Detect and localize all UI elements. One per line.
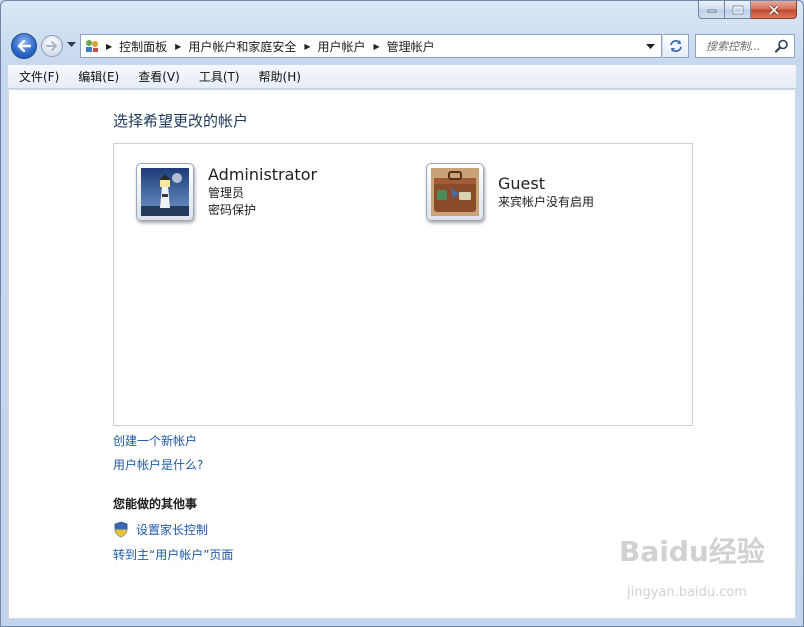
window: ▶ 控制面板 ▶ 用户帐户和家庭安全 ▶ 用户帐户 ▶ 管理帐户 搜索控制...…: [0, 0, 804, 627]
refresh-button[interactable]: [663, 34, 689, 58]
parental-control-row[interactable]: 设置家长控制: [113, 521, 208, 538]
watermark: Baidu经验 jingyan.baidu.com: [619, 530, 789, 610]
breadcrumb-root-arrow-icon[interactable]: ▶: [106, 42, 112, 51]
account-type: 管理员: [208, 186, 245, 200]
search-icon[interactable]: [775, 39, 789, 53]
uac-shield-icon: [114, 521, 128, 538]
minimize-button[interactable]: [698, 1, 725, 19]
goto-user-accounts-link[interactable]: 转到主“用户帐户”页面: [113, 546, 233, 563]
arrow-left-icon: [17, 40, 31, 52]
maximize-button[interactable]: [725, 1, 751, 19]
breadcrumb-separator-icon[interactable]: ▶: [304, 42, 310, 51]
account-administrator[interactable]: Administrator 管理员 密码保护: [136, 163, 317, 221]
menu-edit[interactable]: 编辑(E): [67, 68, 127, 85]
breadcrumb-item-manage-accounts[interactable]: 管理帐户: [387, 38, 435, 55]
refresh-icon: [669, 40, 682, 52]
account-avatar[interactable]: [136, 163, 194, 221]
account-name: Guest: [498, 173, 545, 193]
account-info: Administrator 管理员 密码保护: [208, 165, 317, 219]
account-list: Administrator 管理员 密码保护 Guest 来宾帐户没有启用: [113, 143, 693, 426]
menu-tools[interactable]: 工具(T): [188, 68, 248, 85]
breadcrumb-item-user-family[interactable]: 用户帐户和家庭安全: [188, 38, 296, 55]
breadcrumb-separator-icon[interactable]: ▶: [374, 42, 380, 51]
section-title-other-tasks: 您能做的其他事: [113, 497, 198, 511]
close-button[interactable]: [751, 1, 797, 19]
account-password-status: 密码保护: [208, 203, 257, 217]
arrow-right-icon: [46, 41, 57, 51]
page-title: 选择希望更改的帐户: [113, 112, 249, 130]
account-status: 来宾帐户没有启用: [498, 194, 595, 209]
create-account-link[interactable]: 创建一个新帐户: [113, 432, 197, 449]
close-icon: [768, 4, 779, 15]
back-button[interactable]: [11, 33, 37, 59]
address-dropdown-icon[interactable]: [646, 44, 655, 50]
breadcrumb: 控制面板 ▶ 用户帐户和家庭安全 ▶ 用户帐户 ▶ 管理帐户: [119, 38, 435, 55]
control-panel-icon: [86, 40, 98, 52]
account-name: Administrator: [208, 165, 318, 184]
suitcase-icon: [431, 168, 479, 216]
menu-bar: 文件(F) 编辑(E) 查看(V) 工具(T) 帮助(H): [8, 65, 796, 89]
breadcrumb-separator-icon[interactable]: ▶: [175, 42, 181, 51]
forward-button[interactable]: [41, 35, 63, 57]
lighthouse-icon: [141, 168, 189, 216]
menu-file[interactable]: 文件(F): [8, 68, 67, 85]
caption-buttons: [698, 1, 797, 19]
maximize-icon: [732, 5, 743, 14]
history-dropdown-icon[interactable]: [67, 42, 76, 48]
menu-help[interactable]: 帮助(H): [248, 68, 309, 85]
content-pane: 选择希望更改的帐户 Administrator 管理员 密码保护 Guest 来…: [8, 89, 796, 619]
parental-control-link[interactable]: 设置家长控制: [136, 521, 208, 538]
what-is-user-account-link[interactable]: 用户帐户是什么?: [113, 456, 203, 473]
navigation-bar: ▶ 控制面板 ▶ 用户帐户和家庭安全 ▶ 用户帐户 ▶ 管理帐户: [1, 31, 803, 61]
account-info: Guest 来宾帐户没有启用: [498, 174, 594, 211]
watermark-logo: Baidu经验: [619, 535, 765, 568]
watermark-url: jingyan.baidu.com: [627, 585, 747, 600]
breadcrumb-item-control-panel[interactable]: 控制面板: [119, 38, 167, 55]
account-avatar[interactable]: [426, 163, 484, 221]
minimize-icon: [707, 9, 716, 12]
account-guest[interactable]: Guest 来宾帐户没有启用: [426, 163, 594, 221]
menu-view[interactable]: 查看(V): [127, 68, 188, 85]
breadcrumb-item-user-accounts[interactable]: 用户帐户: [318, 38, 366, 55]
search-box[interactable]: [695, 34, 795, 58]
search-input[interactable]: [704, 38, 782, 54]
address-bar[interactable]: ▶ 控制面板 ▶ 用户帐户和家庭安全 ▶ 用户帐户 ▶ 管理帐户: [80, 34, 662, 58]
